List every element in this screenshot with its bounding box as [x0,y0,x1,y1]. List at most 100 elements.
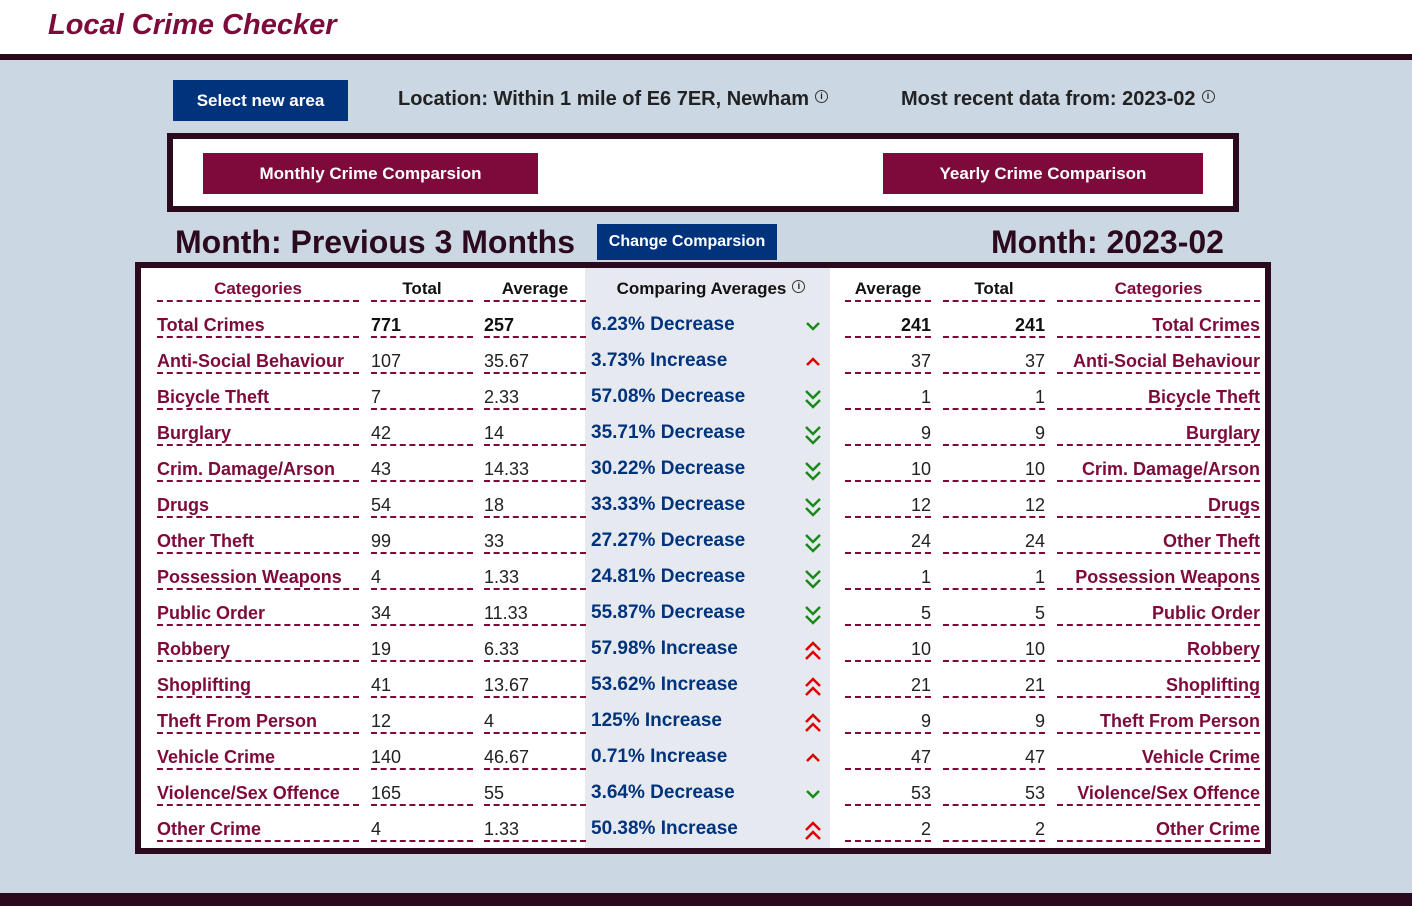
comparison-text: 35.71% Decrease [591,422,746,443]
current-total-cell: 9 [943,418,1045,446]
category-cell: Bicycle Theft [1057,382,1260,410]
previous-average-cell: 13.67 [484,670,586,698]
double-chevron-down-icon [803,424,823,448]
select-new-area-button[interactable]: Select new area [173,80,348,121]
header-comparing-averages: Comparing Averages i [591,274,831,300]
category-cell: Burglary [157,418,359,446]
info-icon[interactable]: i [1201,90,1215,104]
double-chevron-down-icon [803,460,823,484]
current-total-cell: 10 [943,454,1045,482]
category-cell: Drugs [157,490,359,518]
previous-average-cell: 33 [484,526,586,554]
double-chevron-up-icon [803,820,823,844]
previous-average-cell: 4 [484,706,586,734]
previous-total-cell: 41 [371,670,473,698]
category-cell: Violence/Sex Offence [1057,778,1260,806]
comparison-type-panel: Monthly Crime Comparsion Yearly Crime Co… [167,133,1239,212]
previous-average-cell: 1.33 [484,562,586,590]
double-chevron-down-icon [803,532,823,556]
previous-average-cell: 18 [484,490,586,518]
category-cell: Theft From Person [157,706,359,734]
current-total-cell: 10 [943,634,1045,662]
current-average-cell: 5 [845,598,931,626]
category-cell: Anti-Social Behaviour [1057,346,1260,374]
category-cell: Possession Weapons [1057,562,1260,590]
previous-total-cell: 43 [371,454,473,482]
current-average-cell: 12 [845,490,931,518]
current-total-cell: 1 [943,562,1045,590]
category-cell: Other Theft [157,526,359,554]
change-comparison-button[interactable]: Change Comparsion [597,224,777,260]
info-icon[interactable]: i [815,90,828,104]
comparison-text: 27.27% Decrease [591,530,746,551]
category-cell: Drugs [1057,490,1260,518]
crime-comparison-table: Categories Total Average Comparing Averages… [135,262,1271,854]
category-cell: Public Order [1057,598,1260,626]
category-cell: Public Order [157,598,359,626]
current-total-cell: 2 [943,814,1045,842]
previous-total-cell: 771 [371,310,473,338]
category-cell: Total Crimes [1057,310,1260,338]
top-bar: Local Crime Checker [0,0,1412,60]
double-chevron-down-icon [803,388,823,412]
current-total-cell: 53 [943,778,1045,806]
comparison-text: 6.23% Decrease [591,314,735,335]
previous-total-cell: 7 [371,382,473,410]
category-cell: Violence/Sex Offence [157,778,359,806]
category-cell: Bicycle Theft [157,382,359,410]
previous-total-cell: 99 [371,526,473,554]
current-total-cell: 21 [943,670,1045,698]
category-cell: Robbery [157,634,359,662]
double-chevron-up-icon [803,712,823,736]
current-average-cell: 24 [845,526,931,554]
category-cell: Other Theft [1057,526,1260,554]
category-cell: Robbery [1057,634,1260,662]
bottom-bar [0,893,1412,906]
previous-total-cell: 4 [371,814,473,842]
previous-average-cell: 257 [484,310,586,338]
current-total-cell: 9 [943,706,1045,734]
previous-average-cell: 6.33 [484,634,586,662]
current-total-cell: 24 [943,526,1045,554]
comparison-text: 0.71% Increase [591,746,728,767]
category-cell: Shoplifting [157,670,359,698]
current-average-cell: 9 [845,706,931,734]
current-total-cell: 12 [943,490,1045,518]
chevron-up-icon [803,356,823,380]
location-info: Location: Within 1 mile of E6 7ER, Newha… [398,88,828,111]
previous-period-heading: Month: Previous 3 Months [175,224,575,260]
previous-total-cell: 54 [371,490,473,518]
header-categories: Categories [1057,274,1260,302]
category-cell: Other Crime [157,814,359,842]
recent-data-info: Most recent data from: 2023-02 i [901,88,1215,111]
previous-total-cell: 34 [371,598,473,626]
previous-average-cell: 55 [484,778,586,806]
double-chevron-down-icon [803,604,823,628]
category-cell: Burglary [1057,418,1260,446]
double-chevron-up-icon [803,676,823,700]
current-total-cell: 5 [943,598,1045,626]
comparison-text: 3.64% Decrease [591,782,735,803]
current-average-cell: 2 [845,814,931,842]
yearly-comparison-button[interactable]: Yearly Crime Comparison [883,153,1203,194]
previous-average-cell: 2.33 [484,382,586,410]
category-cell: Other Crime [1057,814,1260,842]
previous-average-cell: 11.33 [484,598,586,626]
previous-average-cell: 14.33 [484,454,586,482]
previous-total-cell: 140 [371,742,473,770]
info-icon[interactable]: i [792,280,806,294]
previous-total-cell: 12 [371,706,473,734]
previous-total-cell: 107 [371,346,473,374]
header-categories: Categories [157,274,359,302]
comparison-text: 33.33% Decrease [591,494,746,515]
category-cell: Anti-Social Behaviour [157,346,359,374]
comparison-text: 55.87% Decrease [591,602,746,623]
comparison-text: 57.98% Increase [591,638,738,659]
app-title: Local Crime Checker [48,9,337,41]
header-average: Average [484,274,586,302]
monthly-comparison-button[interactable]: Monthly Crime Comparsion [203,153,538,194]
current-average-cell: 37 [845,346,931,374]
previous-total-cell: 165 [371,778,473,806]
previous-total-cell: 42 [371,418,473,446]
chevron-up-icon [803,752,823,776]
